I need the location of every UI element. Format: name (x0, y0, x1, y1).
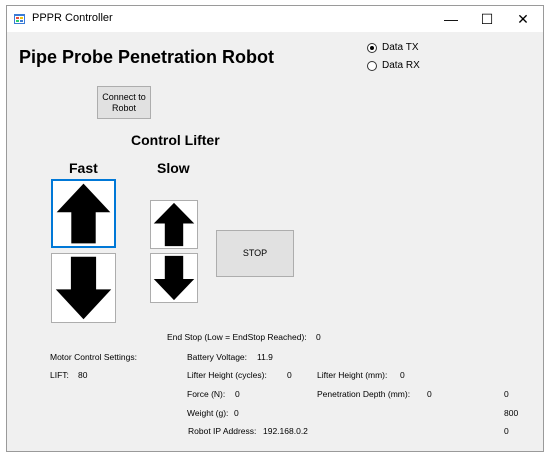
close-button[interactable]: ✕ (505, 6, 541, 32)
connect-button[interactable]: Connect to Robot (97, 86, 151, 119)
stop-button[interactable]: STOP (216, 230, 294, 277)
close-icon: ✕ (517, 10, 529, 27)
lifter-cycles-label: Lifter Height (cycles): (187, 370, 267, 380)
app-window: PPPR Controller — ☐ ✕ Pipe Probe Penetra… (6, 5, 544, 452)
radio-data-tx[interactable]: Data TX (367, 42, 419, 53)
stop-button-label: STOP (242, 248, 268, 258)
lifter-cycles-value: 0 (287, 370, 292, 380)
app-window-icon (14, 14, 25, 24)
end-stop-value: 0 (316, 332, 321, 342)
maximize-button[interactable]: ☐ (469, 6, 505, 32)
arrow-down-icon (55, 256, 112, 320)
force-value: 0 (235, 389, 240, 399)
ip-value: 192.168.0.2 (263, 426, 308, 436)
lifter-mm-label: Lifter Height (mm): (317, 370, 388, 380)
fast-up-button[interactable] (51, 179, 116, 248)
minimize-icon: — (444, 11, 458, 27)
fast-label: Fast (69, 160, 98, 176)
penetration-label: Penetration Depth (mm): (317, 389, 411, 399)
title-bar: PPPR Controller — ☐ ✕ (7, 6, 543, 32)
lift-label: LIFT: (50, 370, 69, 380)
connect-button-line2: Robot (111, 102, 137, 113)
weight-value: 0 (234, 408, 239, 418)
weight-label: Weight (g): (187, 408, 229, 418)
lift-value: 80 (78, 370, 88, 380)
radio-data-tx-label: Data TX (382, 42, 419, 53)
ip-label: Robot IP Address: (188, 426, 257, 436)
window-title: PPPR Controller (32, 12, 113, 24)
lifter-mm-value: 0 (400, 370, 405, 380)
slow-label: Slow (157, 160, 190, 176)
arrow-down-icon (153, 255, 195, 301)
right-value-1: 0 (504, 389, 509, 399)
battery-value: 11.9 (257, 352, 273, 362)
fast-down-button[interactable] (51, 253, 116, 323)
radio-selected-icon (367, 42, 377, 53)
radio-unselected-icon (367, 60, 377, 71)
penetration-value: 0 (427, 389, 432, 399)
slow-down-button[interactable] (150, 253, 198, 303)
radio-data-rx[interactable]: Data RX (367, 60, 420, 71)
force-label: Force (N): (187, 389, 226, 399)
radio-data-rx-label: Data RX (382, 60, 420, 71)
slow-up-button[interactable] (150, 200, 198, 249)
motor-settings-label: Motor Control Settings: (50, 352, 137, 362)
minimize-button[interactable]: — (433, 6, 469, 32)
end-stop-label: End Stop (Low = EndStop Reached): (167, 332, 307, 342)
maximize-icon: ☐ (480, 10, 494, 27)
control-lifter-heading: Control Lifter (131, 132, 220, 148)
arrow-up-icon (153, 202, 195, 247)
battery-label: Battery Voltage: (187, 352, 248, 362)
connect-button-line1: Connect to (102, 91, 146, 102)
right-value-3: 0 (504, 426, 509, 436)
arrow-up-icon (56, 183, 111, 244)
right-value-2: 800 (504, 408, 519, 418)
page-title: Pipe Probe Penetration Robot (19, 47, 275, 67)
